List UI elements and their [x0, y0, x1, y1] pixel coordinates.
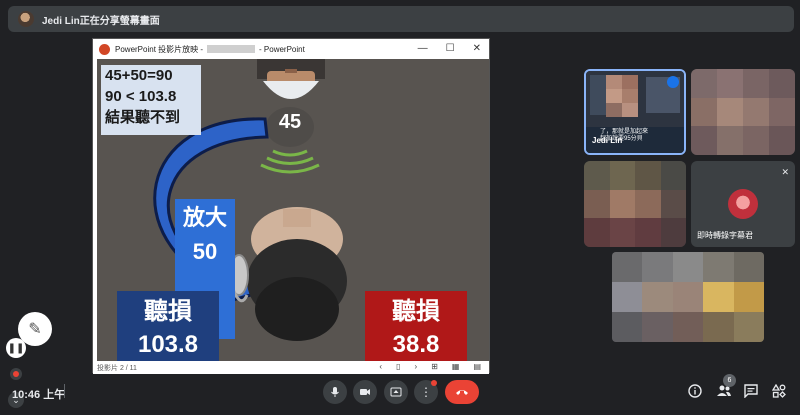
participant-tile-blurred-2[interactable]	[584, 161, 686, 247]
slideshow-statusbar: 投影片 2 / 11 ‹ ▯ › ⊞ ▦ ▤	[93, 361, 489, 374]
slideshow-controls: ‹ ▯ › ⊞ ▦ ▤	[379, 362, 481, 371]
hearing-loss-right-box: 聽損 38.8	[365, 291, 467, 361]
window-title-suffix: - PowerPoint	[259, 44, 305, 54]
formula-line-1: 45+50=90	[105, 67, 173, 84]
camera-icon	[360, 389, 370, 395]
formula-line-2: 90 < 103.8	[105, 88, 177, 105]
speaking-indicator-icon	[667, 76, 679, 88]
blurred-video	[612, 252, 764, 342]
chat-icon	[744, 384, 758, 399]
participant-tile-blurred-3[interactable]	[612, 252, 764, 342]
mic-muted-icon: ✕	[781, 167, 789, 177]
speaker-head-figure	[257, 59, 325, 99]
activities-button[interactable]	[771, 383, 786, 401]
window-controls: — ☐ ✕	[418, 43, 481, 54]
hearing-loss-left-box: 聽損 103.8	[117, 291, 219, 361]
screen-share-text: Jedi Lin正在分享螢幕畫面	[42, 15, 160, 27]
slide-menu-button[interactable]: ▯	[396, 362, 400, 371]
slide-canvas: 45+50=90 90 < 103.8 結果聽不到 45 放大 50 聽損 10…	[97, 59, 489, 361]
blurred-video	[691, 69, 795, 155]
mic-icon	[331, 387, 339, 397]
microphone-pencil-icon: ✎	[28, 321, 42, 338]
end-call-icon	[456, 390, 468, 395]
meeting-info-button[interactable]	[688, 384, 702, 401]
hearing-loss-right-label: 聽損	[392, 298, 440, 325]
formula-line-3: 結果聽不到	[105, 109, 181, 126]
participant-tile-blurred-1[interactable]	[691, 69, 795, 155]
hearing-loss-right-value: 38.8	[392, 331, 440, 358]
screen-share-banner: Jedi Lin正在分享螢幕畫面	[8, 6, 794, 32]
listener-head-figure	[247, 207, 347, 341]
close-button[interactable]: ✕	[473, 43, 481, 54]
info-icon	[688, 384, 702, 398]
participants-count-badge: 6	[723, 374, 736, 387]
powerpoint-logo-icon	[99, 43, 110, 55]
redacted-filename	[207, 45, 256, 53]
pause-button[interactable]: ❚❚	[6, 338, 26, 358]
formula-box: 45+50=90 90 < 103.8 結果聽不到	[101, 65, 201, 135]
mic-button[interactable]	[323, 380, 347, 404]
more-options-button[interactable]: ⋮	[414, 380, 438, 404]
participant-tile-caption-bot[interactable]: ✕ 即時轉錄字幕君	[691, 161, 795, 247]
slide-counter: 投影片 2 / 11	[97, 364, 137, 372]
sound-wave-icon	[260, 149, 320, 174]
notification-dot	[431, 380, 437, 386]
caption-bot-avatar	[728, 189, 758, 219]
speaker-name: Jedi Lin	[592, 136, 623, 145]
window-title-prefix: PowerPoint 投影片放映 -	[115, 44, 204, 54]
present-button[interactable]	[384, 380, 408, 404]
pause-icon: ❚❚	[7, 342, 25, 354]
sound-level-label: 45	[278, 111, 302, 133]
more-icon: ⋮	[420, 385, 432, 399]
recording-indicator-icon	[10, 368, 22, 380]
minimize-button[interactable]: —	[418, 43, 428, 54]
amplify-label: 放大	[182, 205, 227, 230]
clock-divider	[64, 384, 65, 398]
powerpoint-window: PowerPoint 投影片放映 - - PowerPoint — ☐ ✕ 45…	[92, 38, 490, 374]
hearing-loss-left-value: 103.8	[137, 331, 199, 358]
end-call-button[interactable]	[445, 380, 479, 404]
camera-button[interactable]	[353, 380, 377, 404]
slide-sorter-button[interactable]: ▦	[452, 362, 460, 371]
activities-icon	[771, 383, 786, 398]
hearing-loss-left-label: 聽損	[144, 298, 192, 325]
meeting-clock: 10:46 上午	[12, 389, 66, 401]
reading-view-button[interactable]: ▤	[473, 362, 481, 371]
presenter-avatar	[18, 11, 34, 27]
participant-tile-speaker[interactable]: 了，那就是加起來 起加說要95分貝 Jedi Lin	[584, 69, 686, 155]
normal-view-button[interactable]: ⊞	[431, 362, 438, 371]
prev-slide-button[interactable]: ‹	[379, 362, 382, 371]
maximize-button[interactable]: ☐	[446, 43, 455, 54]
chat-button[interactable]	[744, 384, 758, 401]
amplify-value: 50	[192, 239, 218, 264]
next-slide-button[interactable]: ›	[415, 362, 418, 371]
caption-bot-name: 即時轉錄字幕君	[697, 231, 753, 240]
powerpoint-titlebar: PowerPoint 投影片放映 - - PowerPoint — ☐ ✕	[93, 39, 489, 59]
present-icon	[390, 387, 402, 397]
blurred-video	[584, 161, 686, 247]
